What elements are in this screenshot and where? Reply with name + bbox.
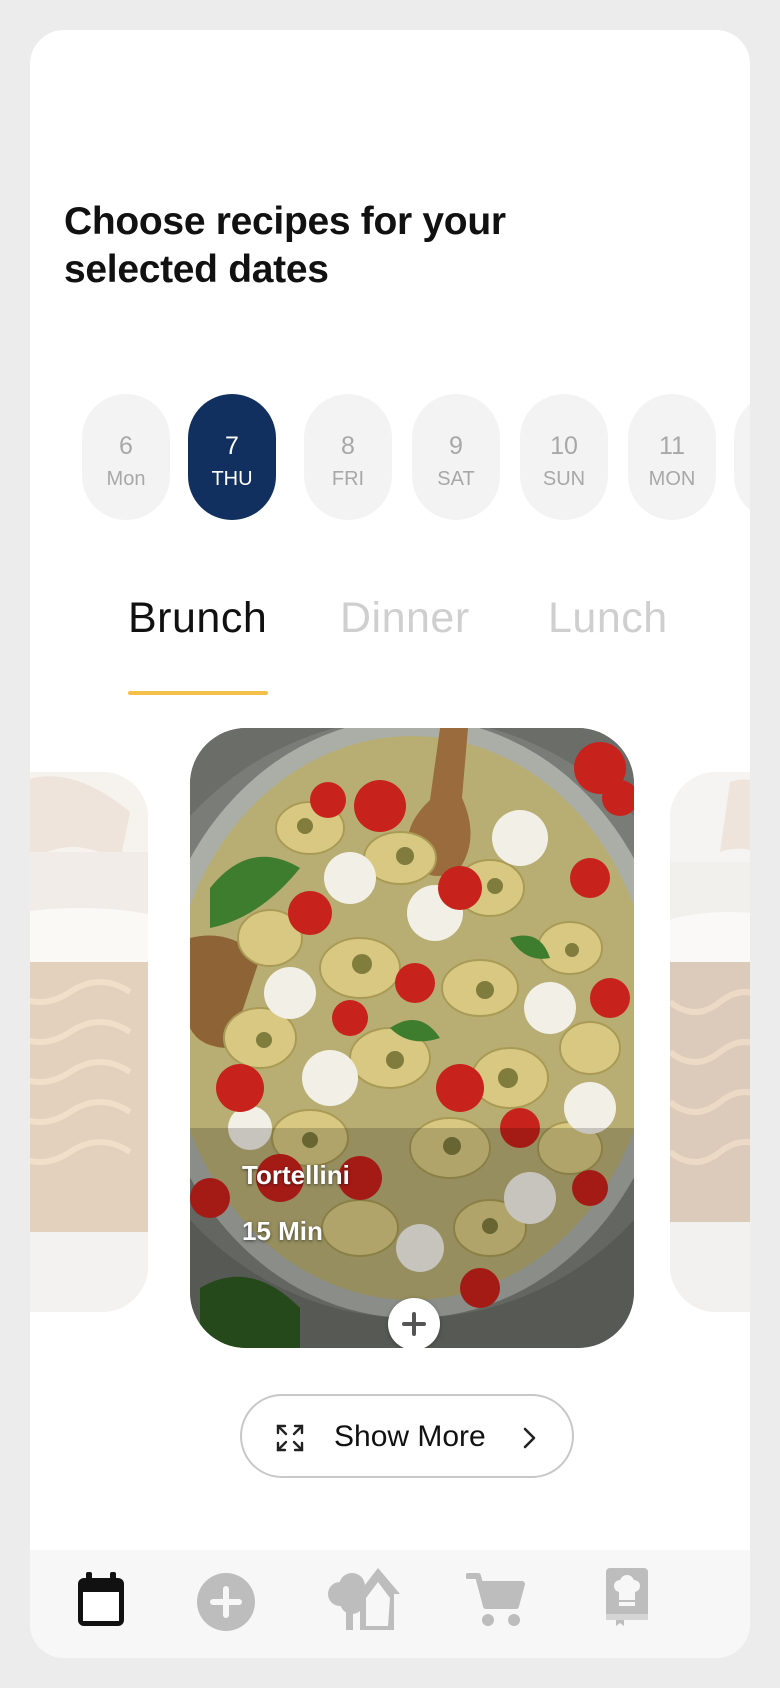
active-tab-indicator	[128, 691, 268, 695]
tab-dinner[interactable]: Dinner	[340, 594, 470, 643]
date-selector: 6 Mon 7 THU 8 FRI 9 SAT 10 SUN 11 MON	[30, 394, 750, 520]
show-more-button[interactable]: Show More	[240, 1394, 574, 1478]
ramen-photo-icon	[670, 772, 750, 1312]
page-title: Choose recipes for your selected dates	[64, 198, 544, 294]
page-title-line-1: Choose recipes for your	[64, 200, 506, 243]
date-number: 11	[659, 432, 685, 460]
date-chip-6[interactable]: 6 Mon	[82, 394, 170, 520]
nav-cookbook[interactable]	[602, 1568, 650, 1631]
recipe-card-previous[interactable]	[30, 772, 148, 1312]
ramen-photo-icon	[30, 772, 148, 1312]
phone-screen: Choose recipes for your selected dates 6…	[30, 30, 750, 1658]
add-circle-icon	[197, 1573, 255, 1631]
recipe-card-next[interactable]	[670, 772, 750, 1312]
bottom-navigation	[30, 1550, 750, 1658]
nav-calendar[interactable]	[76, 1572, 126, 1633]
date-weekday: MON	[648, 468, 696, 490]
date-chip-8[interactable]: 8 FRI	[304, 394, 392, 520]
date-number: 7	[225, 432, 239, 460]
date-chip-next[interactable]	[734, 394, 750, 520]
date-number: 10	[550, 432, 578, 460]
recipe-time: 15 Min	[242, 1216, 323, 1246]
tab-brunch[interactable]: Brunch	[128, 594, 267, 643]
nav-home[interactable]	[326, 1564, 402, 1635]
page-title-line-2: selected dates	[64, 248, 329, 291]
date-weekday: Mon	[106, 468, 146, 490]
show-more-label: Show More	[334, 1420, 486, 1453]
tortellini-photo-icon	[190, 728, 634, 1348]
date-number: 9	[449, 432, 463, 460]
date-weekday: FRI	[331, 468, 365, 490]
recipe-card-tortellini[interactable]: Tortellini 15 Min	[190, 728, 634, 1348]
nav-cart[interactable]	[465, 1568, 526, 1633]
chevron-right-icon	[523, 1427, 536, 1449]
tree-house-icon	[328, 1568, 400, 1630]
add-recipe-button[interactable]	[388, 1298, 440, 1348]
date-weekday: SUN	[542, 468, 586, 490]
recipe-name: Tortellini	[242, 1160, 350, 1190]
date-chip-10[interactable]: 10 SUN	[520, 394, 608, 520]
date-number: 6	[119, 432, 133, 460]
nav-add[interactable]	[196, 1572, 256, 1637]
tab-lunch[interactable]: Lunch	[548, 594, 668, 643]
date-weekday: SAT	[437, 468, 475, 490]
calendar-icon	[78, 1572, 124, 1626]
date-chip-11[interactable]: 11 MON	[628, 394, 716, 520]
date-weekday: THU	[211, 468, 253, 490]
expand-icon	[276, 1424, 304, 1452]
date-number: 8	[341, 432, 355, 460]
date-chip-7[interactable]: 7 THU	[188, 394, 276, 520]
cart-icon	[465, 1573, 525, 1626]
date-chip-9[interactable]: 9 SAT	[412, 394, 500, 520]
plus-icon	[402, 1312, 426, 1336]
cookbook-icon	[606, 1568, 648, 1626]
